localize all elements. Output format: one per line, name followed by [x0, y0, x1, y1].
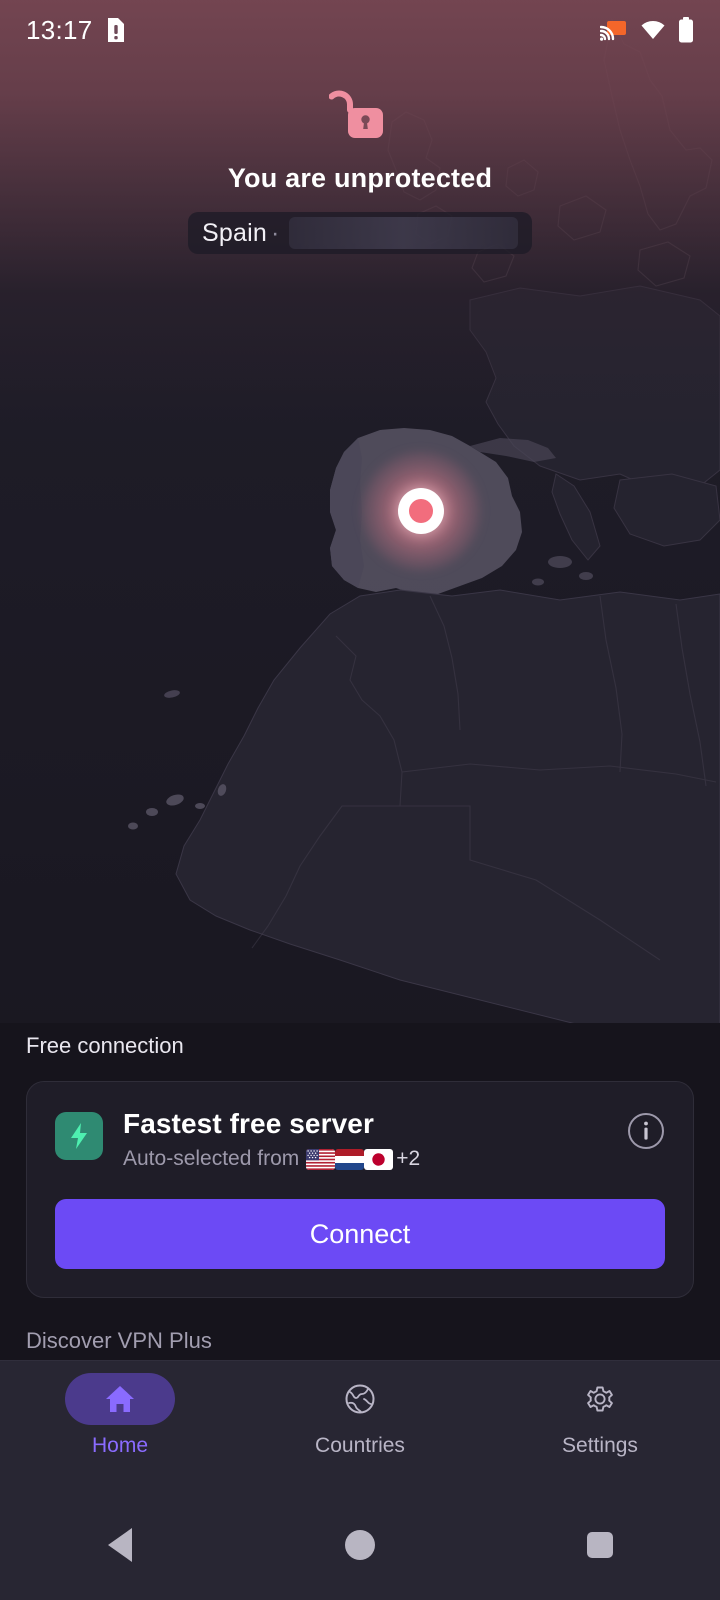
- flag-netherlands: [335, 1148, 365, 1170]
- recents-square-icon: [587, 1532, 613, 1558]
- home-button[interactable]: [240, 1530, 480, 1560]
- lightning-bolt-icon: [55, 1112, 103, 1160]
- free-connection-label: Free connection: [26, 1033, 184, 1058]
- ip-address-loading-placeholder: [289, 217, 518, 249]
- extra-countries-count: +2: [396, 1147, 421, 1170]
- app-screen: 13:17 You are unprotected Spain · Free c…: [0, 0, 720, 1600]
- location-ip-chip[interactable]: Spain ·: [188, 212, 532, 254]
- nav-settings-label: Settings: [562, 1434, 638, 1457]
- fastest-server-card[interactable]: Fastest free server Auto-selected from +…: [26, 1081, 694, 1298]
- discover-vpn-plus-label[interactable]: Discover VPN Plus: [26, 1328, 694, 1360]
- recents-button[interactable]: [480, 1532, 720, 1558]
- nav-item-settings[interactable]: Settings: [480, 1361, 720, 1458]
- cast-icon: [600, 21, 626, 41]
- nav-home-label: Home: [91, 1434, 149, 1457]
- server-card-title: Fastest free server: [123, 1108, 374, 1139]
- marker-dot: [409, 499, 433, 523]
- server-card-subtitle: Auto-selected from +2: [123, 1147, 607, 1171]
- flag-united-states: [306, 1148, 336, 1170]
- connect-button[interactable]: Connect: [55, 1199, 665, 1269]
- server-card-text-block: Fastest free server Auto-selected from +…: [123, 1108, 607, 1171]
- chip-country-label: Spain: [202, 218, 267, 247]
- bottom-navigation-bar: Home Countries Settings: [0, 1360, 720, 1490]
- globe-icon: [345, 1384, 375, 1414]
- status-bar: 13:17: [0, 0, 720, 60]
- back-triangle-icon: [108, 1528, 132, 1562]
- subtitle-prefix: Auto-selected from: [123, 1147, 300, 1170]
- wifi-icon: [641, 21, 665, 39]
- home-icon: [106, 1386, 134, 1412]
- home-circle-icon: [345, 1530, 375, 1560]
- nav-home-pill: [65, 1373, 175, 1425]
- server-card-header: Fastest free server Auto-selected from +…: [55, 1108, 665, 1171]
- sim-alert-icon: [107, 18, 124, 42]
- chip-separator: ·: [270, 218, 280, 247]
- unlocked-padlock-icon: [329, 90, 383, 138]
- server-country-flags: [306, 1148, 394, 1170]
- back-button[interactable]: [0, 1528, 240, 1562]
- nav-countries-label: Countries: [315, 1434, 405, 1457]
- protection-status-title: You are unprotected: [227, 163, 493, 193]
- nav-countries-pill: [305, 1373, 415, 1425]
- bottom-sheet: Free connection Fastest free server Auto…: [0, 1023, 720, 1360]
- flag-japan: [364, 1148, 394, 1170]
- android-system-nav: [0, 1490, 720, 1600]
- status-bar-right: [600, 17, 694, 43]
- status-bar-clock: 13:17: [26, 14, 93, 45]
- nav-item-home[interactable]: Home: [0, 1361, 240, 1458]
- battery-icon: [679, 17, 693, 43]
- status-bar-left: 13:17: [26, 15, 125, 46]
- nav-item-countries[interactable]: Countries: [240, 1361, 480, 1458]
- nav-settings-pill: [545, 1373, 655, 1425]
- protection-status-icon-wrap: [0, 88, 720, 144]
- gear-icon: [587, 1386, 613, 1412]
- info-icon[interactable]: [627, 1112, 665, 1155]
